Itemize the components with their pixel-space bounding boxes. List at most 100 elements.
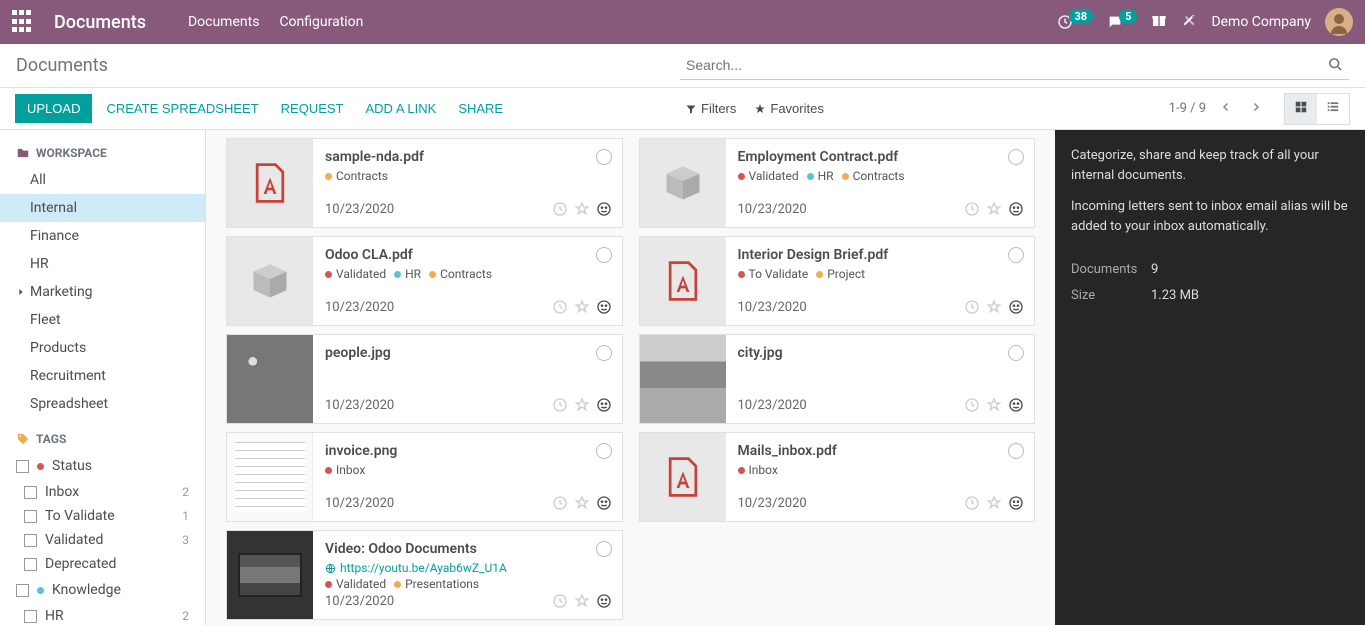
star-icon[interactable] <box>574 299 590 315</box>
app-brand[interactable]: Documents <box>54 12 146 33</box>
checkbox-icon[interactable] <box>24 558 37 571</box>
checkbox-icon[interactable] <box>24 486 37 499</box>
apps-icon[interactable] <box>12 10 36 34</box>
tag-item[interactable]: To Validate1 <box>0 504 205 528</box>
checkbox-icon[interactable] <box>24 510 37 523</box>
list-view-button[interactable] <box>1317 94 1349 124</box>
request-button[interactable]: REQUEST <box>281 101 344 116</box>
search-icon[interactable] <box>1328 57 1343 76</box>
tag-group-header[interactable]: Knowledge <box>0 576 205 604</box>
create-spreadsheet-button[interactable]: CREATE SPREADSHEET <box>106 101 258 116</box>
user-avatar[interactable] <box>1325 8 1353 36</box>
star-icon[interactable] <box>986 397 1002 413</box>
kanban-view-button[interactable] <box>1285 94 1317 124</box>
activities-icon[interactable]: 38 <box>1057 14 1094 30</box>
star-icon[interactable] <box>574 201 590 217</box>
clock-icon[interactable] <box>552 397 568 413</box>
checkbox-icon[interactable] <box>16 584 29 597</box>
star-icon[interactable] <box>574 397 590 413</box>
sidebar-workspace-item[interactable]: Marketing <box>0 278 205 306</box>
star-icon[interactable] <box>986 495 1002 511</box>
star-icon[interactable] <box>986 299 1002 315</box>
emoji-icon[interactable] <box>596 593 612 609</box>
sidebar-workspace-item[interactable]: Fleet <box>0 306 205 334</box>
select-circle[interactable] <box>596 149 612 165</box>
clock-icon[interactable] <box>552 299 568 315</box>
company-selector[interactable]: Demo Company <box>1211 14 1311 30</box>
star-icon[interactable] <box>986 201 1002 217</box>
settings-icon[interactable] <box>1181 12 1197 32</box>
tag-item[interactable]: Deprecated <box>0 552 205 576</box>
sidebar-workspace-item[interactable]: Products <box>0 334 205 362</box>
gift-icon[interactable] <box>1151 12 1167 32</box>
document-card[interactable]: sample-nda.pdfContracts10/23/2020 <box>226 138 623 228</box>
select-circle[interactable] <box>596 443 612 459</box>
workspace-name: HR <box>30 256 49 272</box>
share-button[interactable]: SHARE <box>458 101 503 116</box>
select-circle[interactable] <box>1008 149 1024 165</box>
emoji-icon[interactable] <box>1008 397 1024 413</box>
select-circle[interactable] <box>1008 443 1024 459</box>
clock-icon[interactable] <box>964 495 980 511</box>
add-link-button[interactable]: ADD A LINK <box>366 101 437 116</box>
document-card[interactable]: city.jpg10/23/2020 <box>639 334 1036 424</box>
select-circle[interactable] <box>596 247 612 263</box>
emoji-icon[interactable] <box>1008 299 1024 315</box>
workspace-name: Internal <box>30 200 77 216</box>
pager-next[interactable] <box>1246 97 1266 121</box>
tag-dot <box>394 271 401 278</box>
clock-icon[interactable] <box>552 201 568 217</box>
breadcrumb: Documents <box>0 55 680 76</box>
sidebar-workspace-item[interactable]: Spreadsheet <box>0 390 205 418</box>
document-card[interactable]: Interior Design Brief.pdfTo ValidateProj… <box>639 236 1036 326</box>
filters-button[interactable]: Filters <box>685 101 736 116</box>
tag-item[interactable]: HR2 <box>0 604 205 625</box>
clock-icon[interactable] <box>552 495 568 511</box>
clock-icon[interactable] <box>964 299 980 315</box>
sidebar-workspace-item[interactable]: Finance <box>0 222 205 250</box>
nav-documents[interactable]: Documents <box>188 14 259 30</box>
sidebar-workspace-item[interactable]: HR <box>0 250 205 278</box>
document-card[interactable]: Odoo CLA.pdfValidatedHRContracts10/23/20… <box>226 236 623 326</box>
sidebar-workspace-item[interactable]: Internal <box>0 194 205 222</box>
document-card[interactable]: Video: Odoo Documentshttps://youtu.be/Ay… <box>226 530 623 620</box>
clock-icon[interactable] <box>964 397 980 413</box>
select-circle[interactable] <box>1008 247 1024 263</box>
workspace-section-header: WORKSPACE <box>0 140 205 166</box>
document-link[interactable]: https://youtu.be/Ayab6wZ_U1A <box>325 561 610 575</box>
document-card[interactable]: invoice.pngInbox10/23/2020 <box>226 432 623 522</box>
star-icon[interactable] <box>574 593 590 609</box>
sidebar-workspace-item[interactable]: Recruitment <box>0 362 205 390</box>
search-input[interactable] <box>680 51 1349 79</box>
emoji-icon[interactable] <box>596 299 612 315</box>
tag-item[interactable]: Inbox2 <box>0 480 205 504</box>
document-card[interactable]: Mails_inbox.pdfInbox10/23/2020 <box>639 432 1036 522</box>
checkbox-icon[interactable] <box>24 610 37 623</box>
select-circle[interactable] <box>1008 345 1024 361</box>
emoji-icon[interactable] <box>1008 201 1024 217</box>
star-icon[interactable] <box>574 495 590 511</box>
pager-prev[interactable] <box>1216 97 1236 121</box>
messages-icon[interactable]: 5 <box>1107 14 1137 30</box>
select-circle[interactable] <box>596 541 612 557</box>
sidebar-workspace-item[interactable]: All <box>0 166 205 194</box>
document-card[interactable]: people.jpg10/23/2020 <box>226 334 623 424</box>
emoji-icon[interactable] <box>596 201 612 217</box>
upload-button[interactable]: UPLOAD <box>15 94 92 123</box>
tag-item[interactable]: Validated3 <box>0 528 205 552</box>
emoji-icon[interactable] <box>596 397 612 413</box>
emoji-icon[interactable] <box>596 495 612 511</box>
nav-configuration[interactable]: Configuration <box>279 14 363 30</box>
document-card[interactable]: Employment Contract.pdfValidatedHRContra… <box>639 138 1036 228</box>
favorites-button[interactable]: Favorites <box>754 101 823 116</box>
top-navbar: Documents Documents Configuration 38 5 D… <box>0 0 1365 44</box>
checkbox-icon[interactable] <box>16 460 29 473</box>
tag-dot <box>842 173 849 180</box>
clock-icon[interactable] <box>964 201 980 217</box>
clock-icon[interactable] <box>552 593 568 609</box>
emoji-icon[interactable] <box>1008 495 1024 511</box>
checkbox-icon[interactable] <box>24 534 37 547</box>
tag-item-count: 2 <box>182 485 189 499</box>
tag-group-header[interactable]: Status <box>0 452 205 480</box>
select-circle[interactable] <box>596 345 612 361</box>
